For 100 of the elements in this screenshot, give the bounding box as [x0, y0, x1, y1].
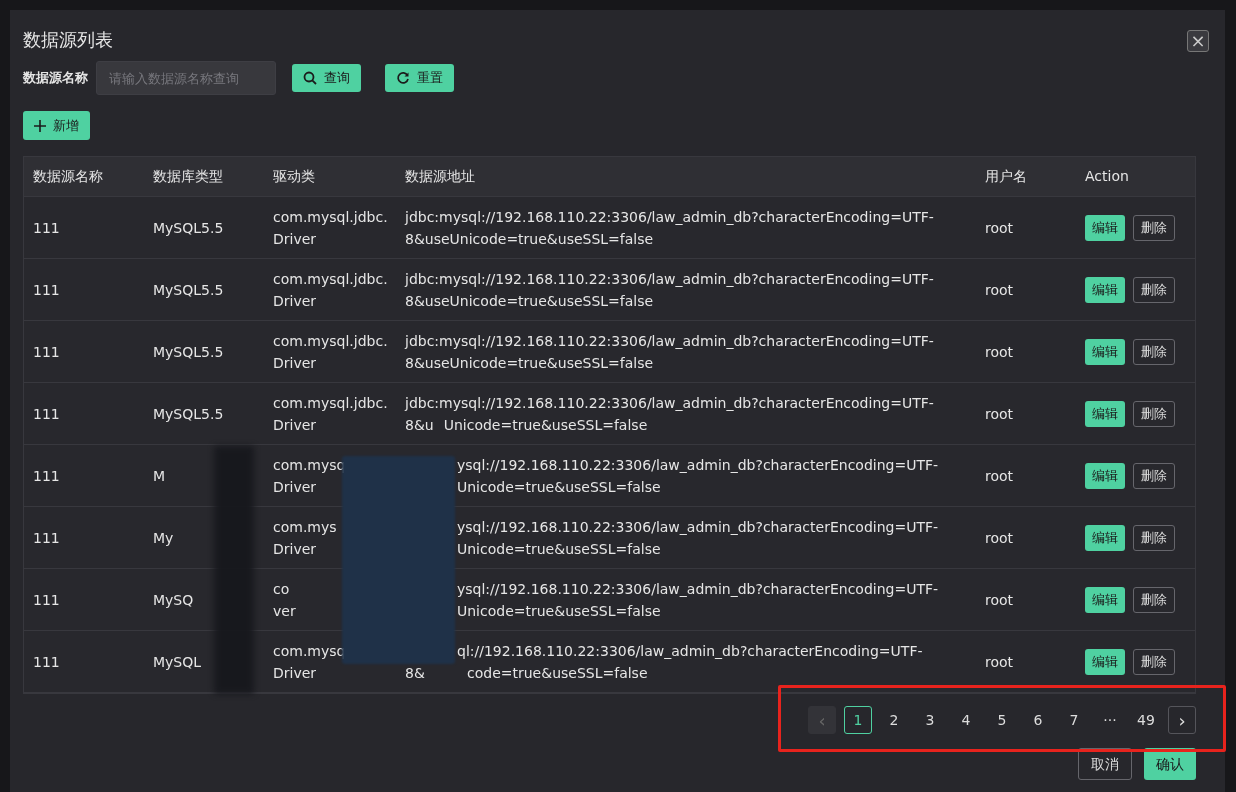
table-cell: Driver	[273, 416, 317, 433]
table-cell: Driver	[273, 292, 317, 309]
edit-button[interactable]: 编辑	[1085, 400, 1125, 427]
table-cell: co	[273, 580, 290, 597]
delete-button[interactable]: 删除	[1133, 338, 1175, 365]
page-button[interactable]: 3	[916, 706, 944, 734]
table-cell: My	[153, 529, 174, 546]
table-cell: MySQL	[153, 653, 202, 670]
table-cell: ver	[273, 602, 296, 619]
delete-button[interactable]: 删除	[1133, 276, 1175, 303]
dialog-title: 数据源列表	[23, 29, 113, 50]
table-cell: MySQL5.5	[153, 343, 224, 360]
table-cell: root	[985, 529, 1014, 546]
table-cell-text: 8&	[405, 663, 426, 683]
table-cell: Driver	[273, 664, 317, 681]
next-page-button[interactable]: ›	[1168, 706, 1196, 734]
table-cell: 111	[33, 591, 60, 608]
table-cell: com.mysql.jdbc.	[273, 270, 388, 287]
field-label: 数据源名称	[23, 69, 88, 88]
table-cell: 111	[33, 529, 60, 546]
table-cell: root	[985, 281, 1014, 298]
column-header: Action	[1085, 168, 1129, 184]
table-cell-text: jdbc:mysql://192.168.110.22:3306/law_admin_db?characterEncoding=UTF-	[405, 393, 934, 413]
table-cell: MySQ	[153, 591, 194, 608]
delete-button[interactable]: 删除	[1133, 524, 1175, 551]
page-button[interactable]: 4	[952, 706, 980, 734]
table-cell-text: ysql://192.168.110.22:3306/law_admin_db?characterEncoding=UTF-	[457, 517, 939, 537]
column-header: 数据源名称	[33, 168, 103, 184]
table-cell-text: jdbc:mysql://192.168.110.22:3306/law_admin_db?characterEncoding=UTF-	[405, 331, 934, 351]
search-icon	[303, 71, 317, 85]
table-cell: com.mysq	[273, 642, 346, 659]
table-cell: root	[985, 591, 1014, 608]
table-cell: root	[985, 405, 1014, 422]
table-cell: root	[985, 653, 1014, 670]
table-cell-text: 8&useUnicode=true&useSSL=false	[405, 229, 654, 249]
page-button[interactable]: ···	[1096, 706, 1124, 734]
table-cell: 111	[33, 343, 60, 360]
table-cell: com.mysq	[273, 456, 346, 473]
delete-button[interactable]: 删除	[1133, 214, 1175, 241]
column-header: 数据源地址	[405, 168, 475, 184]
table-cell-text: Unicode=true&useSSL=false	[457, 601, 661, 621]
table-cell: MySQL5.5	[153, 281, 224, 298]
edit-button[interactable]: 编辑	[1085, 586, 1125, 613]
table-cell-text: ysql://192.168.110.22:3306/law_admin_db?characterEncoding=UTF-	[457, 455, 939, 475]
edit-button[interactable]: 编辑	[1085, 276, 1125, 303]
page-button[interactable]: 1	[844, 706, 872, 734]
table-cell: 111	[33, 467, 60, 484]
table-cell-text: Unicode=true&useSSL=false	[443, 415, 648, 435]
table-cell: root	[985, 467, 1014, 484]
table-cell: com.mysql.jdbc.	[273, 208, 388, 225]
table-cell-text: jdbc:mysql://192.168.110.22:3306/law_admin_db?characterEncoding=UTF-	[405, 207, 934, 227]
page-button[interactable]: 7	[1060, 706, 1088, 734]
cancel-button[interactable]: 取消	[1078, 748, 1132, 780]
table-cell-text: ysql://192.168.110.22:3306/law_admin_db?characterEncoding=UTF-	[457, 579, 939, 599]
page-button[interactable]: 49	[1132, 706, 1160, 734]
column-header: 用户名	[985, 168, 1027, 184]
refresh-icon	[396, 71, 410, 85]
table-cell: com.mysql.jdbc.	[273, 332, 388, 349]
column-header: 驱动类	[273, 168, 315, 184]
add-button[interactable]: 新增	[23, 111, 90, 140]
search-button[interactable]: 查询	[292, 64, 361, 92]
table-cell-text: 8&u	[405, 415, 434, 435]
table-cell-text: ql://192.168.110.22:3306/law_admin_db?characterEncoding=UTF-	[457, 641, 923, 661]
table-cell-text: code=true&useSSL=false	[467, 663, 648, 683]
plus-icon	[34, 119, 46, 132]
delete-button[interactable]: 删除	[1133, 400, 1175, 427]
column-header: 数据库类型	[153, 168, 223, 184]
table-cell-text: Unicode=true&useSSL=false	[457, 477, 661, 497]
table-cell: Driver	[273, 478, 317, 495]
table-cell: 111	[33, 219, 60, 236]
edit-button[interactable]: 编辑	[1085, 214, 1125, 241]
table-cell: Driver	[273, 230, 317, 247]
edit-button[interactable]: 编辑	[1085, 524, 1125, 551]
close-button[interactable]: ×	[1187, 30, 1209, 52]
table-cell-text: jdbc:mysql://192.168.110.22:3306/law_admin_db?characterEncoding=UTF-	[405, 269, 934, 289]
table-cell-text: 8&useUnicode=true&useSSL=false	[405, 291, 654, 311]
table-cell: 111	[33, 653, 60, 670]
table-cell-text: Unicode=true&useSSL=false	[457, 539, 661, 559]
page-button[interactable]: 5	[988, 706, 1016, 734]
edit-button[interactable]: 编辑	[1085, 338, 1125, 365]
table-cell: com.mysql.jdbc.	[273, 394, 388, 411]
delete-button[interactable]: 删除	[1133, 462, 1175, 489]
table-cell: root	[985, 219, 1014, 236]
page-button[interactable]: 6	[1024, 706, 1052, 734]
edit-button[interactable]: 编辑	[1085, 648, 1125, 675]
table-cell: 111	[33, 405, 60, 422]
table-cell-text: 8&useUnicode=true&useSSL=false	[405, 353, 654, 373]
table-cell: Driver	[273, 354, 317, 371]
delete-button[interactable]: 删除	[1133, 648, 1175, 675]
delete-button[interactable]: 删除	[1133, 586, 1175, 613]
page-button[interactable]: 2	[880, 706, 908, 734]
table-cell: M	[153, 467, 166, 484]
table-cell: MySQL5.5	[153, 405, 224, 422]
confirm-button[interactable]: 确认	[1144, 748, 1196, 780]
table-cell: com.mys	[273, 518, 337, 535]
edit-button[interactable]: 编辑	[1085, 462, 1125, 489]
reset-button[interactable]: 重置	[385, 64, 454, 92]
table-cell: 111	[33, 281, 60, 298]
table-cell: Driver	[273, 540, 317, 557]
table-cell: root	[985, 343, 1014, 360]
